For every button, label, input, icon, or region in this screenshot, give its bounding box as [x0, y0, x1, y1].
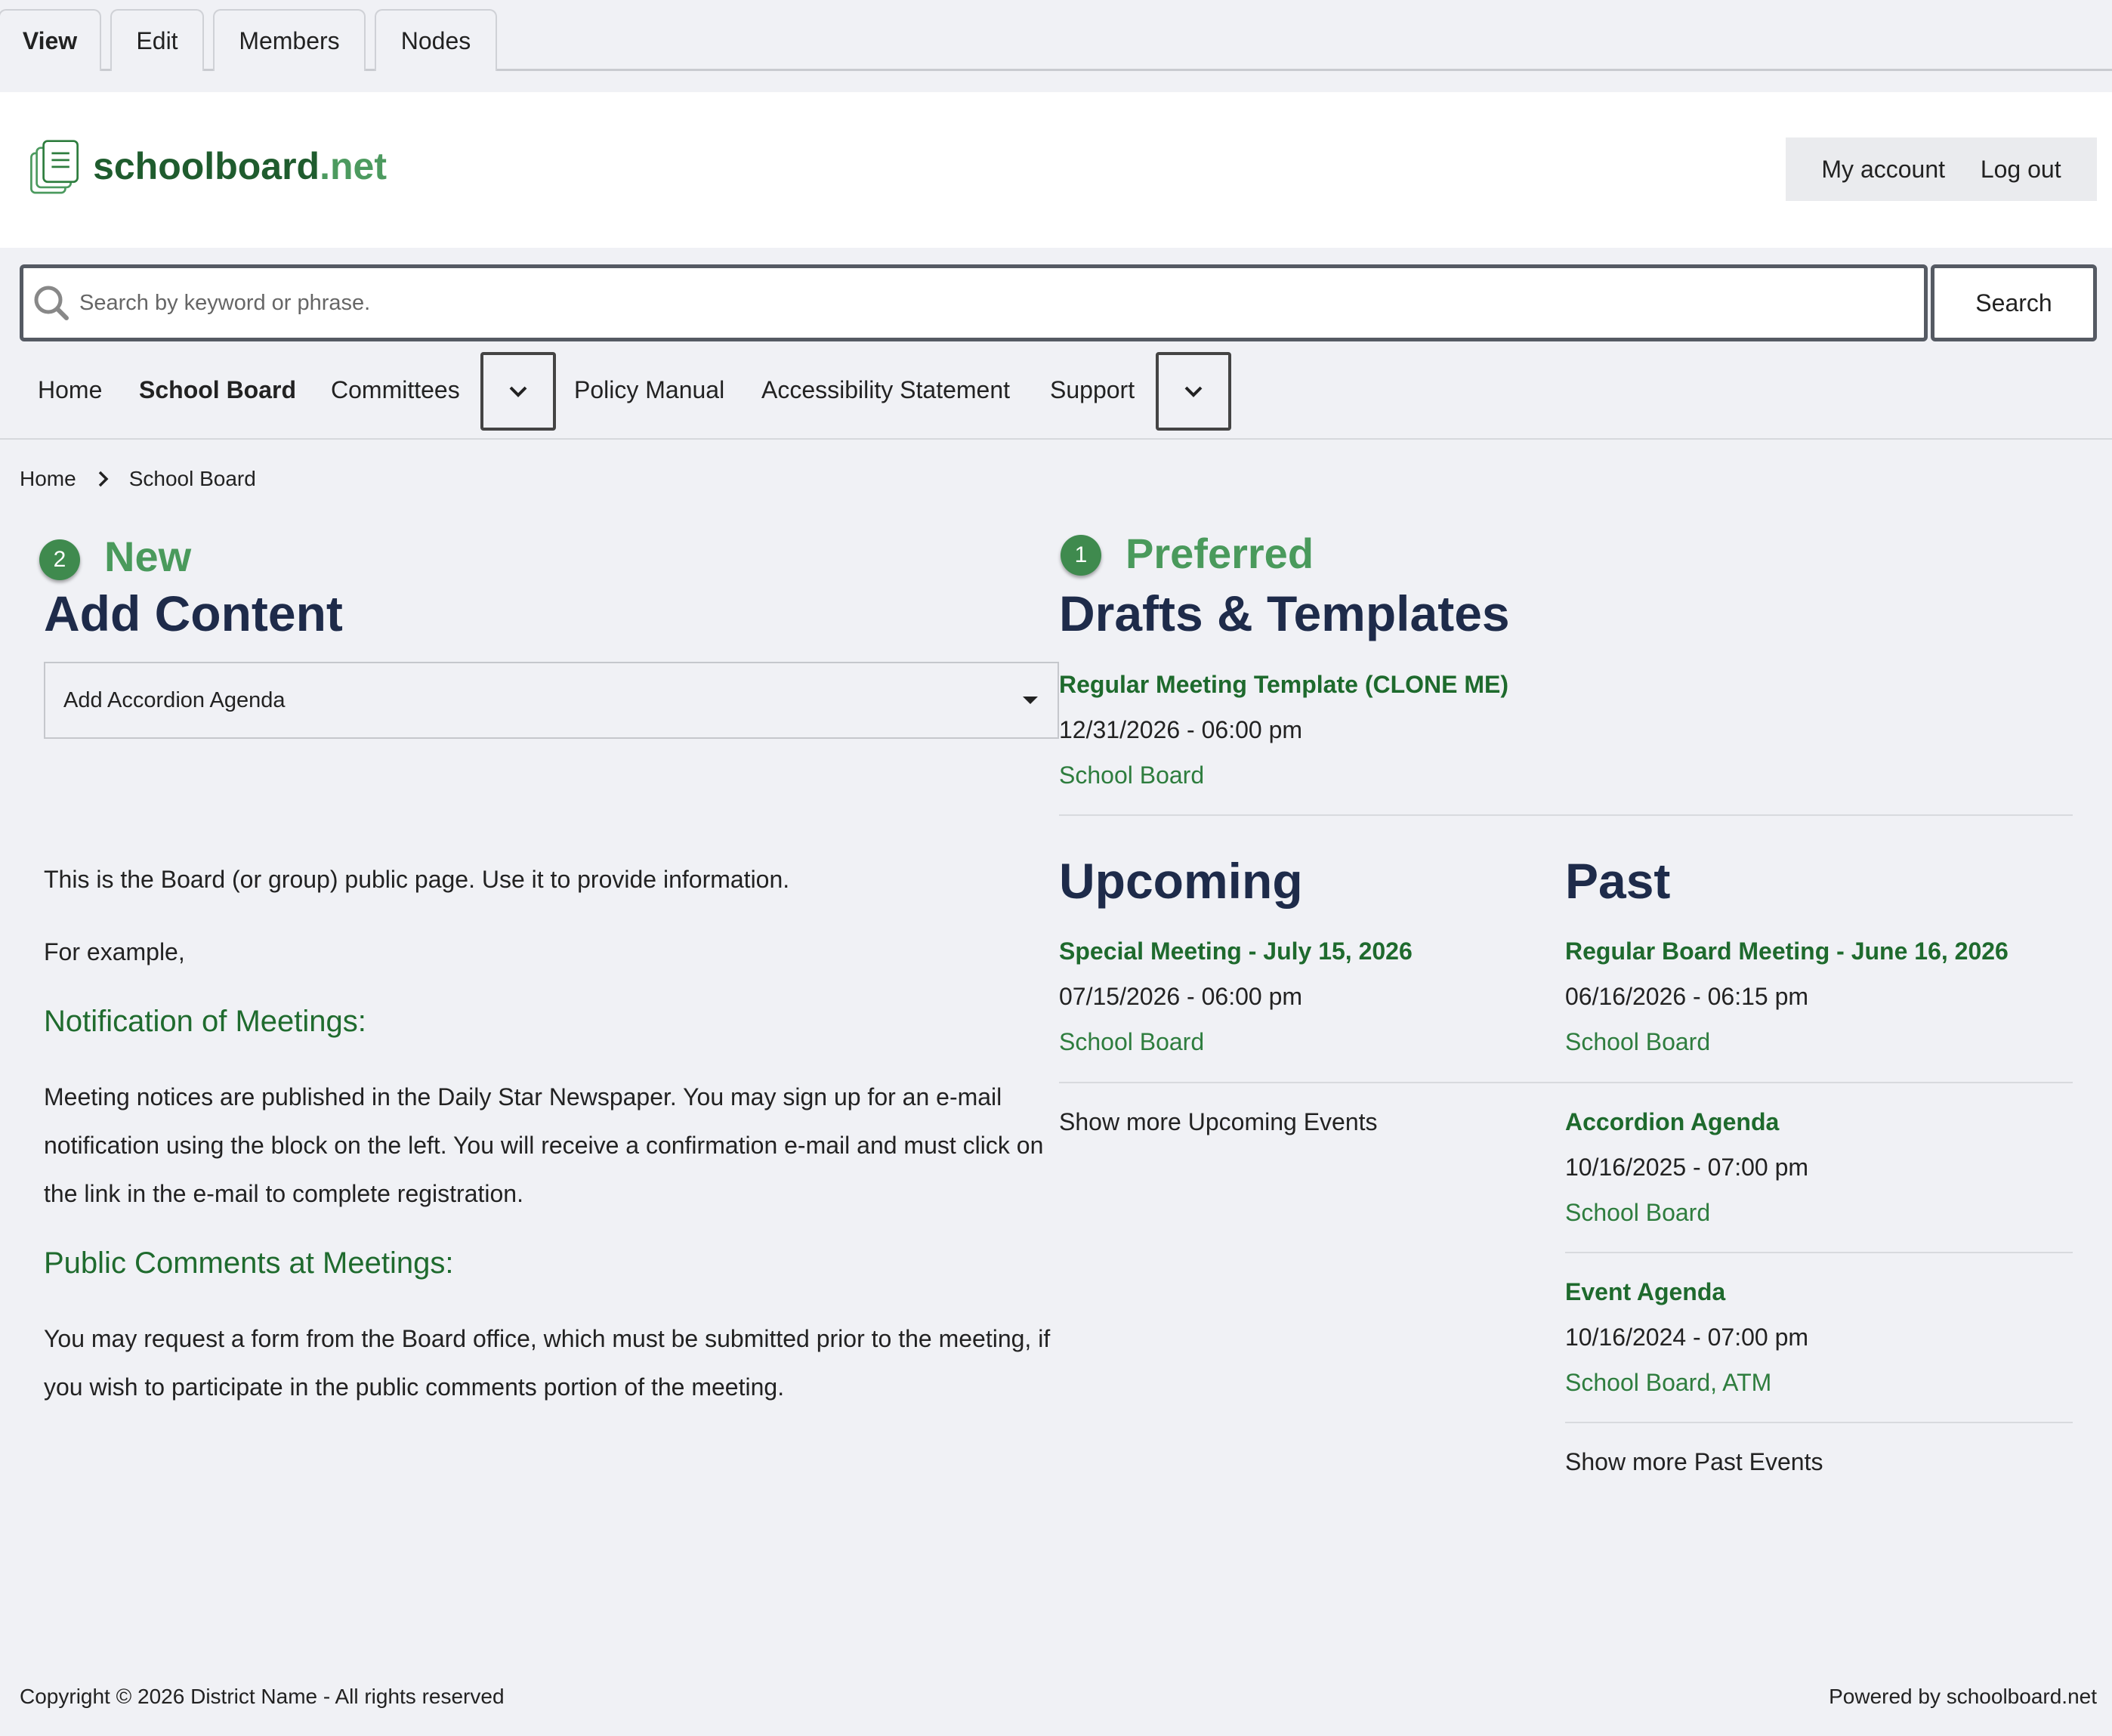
add-content-select[interactable]: Add Accordion Agenda	[44, 662, 1059, 739]
past-event-3-title-link[interactable]: Event Agenda	[1565, 1278, 1725, 1306]
past-divider	[1565, 1082, 2073, 1083]
chevron-down-icon	[1184, 386, 1203, 397]
upcoming-event-title-link[interactable]: Special Meeting - July 15, 2026	[1059, 938, 1413, 965]
search-button[interactable]: Search	[1931, 264, 2097, 341]
breadcrumb-current: School Board	[128, 467, 256, 490]
nav-item-home[interactable]: Home	[38, 351, 102, 429]
footer-powered-by[interactable]: Powered by schoolboard.net	[1829, 1685, 2097, 1709]
logout-link[interactable]: Log out	[1981, 156, 2061, 184]
notification-text: Meeting notices are published in the Dai…	[44, 1083, 1044, 1207]
public-comments-heading: Public Comments at Meetings:	[44, 1246, 454, 1280]
past-event-1-title-link[interactable]: Regular Board Meeting - June 16, 2026	[1565, 938, 2009, 965]
past-heading: Past	[1565, 853, 1671, 909]
past-event-1-date: 06/16/2026 - 06:15 pm	[1565, 983, 1809, 1010]
logo-documents-icon	[30, 140, 79, 194]
tab-edit[interactable]: Edit	[110, 9, 204, 71]
public-comments-text: You may request a form from the Board of…	[44, 1325, 1051, 1401]
template-category-link[interactable]: School Board	[1059, 761, 1204, 789]
notification-heading: Notification of Meetings:	[44, 1005, 366, 1038]
drafts-templates-heading: Drafts & Templates	[1059, 585, 1510, 641]
tab-members[interactable]: Members	[213, 9, 366, 71]
tab-view[interactable]: View	[0, 9, 101, 71]
tab-nodes[interactable]: Nodes	[375, 9, 497, 71]
past-event-1-category-link[interactable]: School Board	[1565, 1028, 1710, 1056]
account-menu: My account Log out	[1786, 137, 2097, 201]
nav-item-committees[interactable]: Committees	[331, 351, 460, 429]
past-event-3-categories: School Board, ATM	[1565, 1369, 1772, 1396]
support-submenu-toggle[interactable]	[1156, 352, 1231, 431]
caret-down-icon	[1023, 697, 1038, 704]
preferred-count-badge: 1	[1061, 535, 1101, 576]
admin-tabs: View Edit Members Nodes	[0, 0, 2112, 71]
past-event-2-title-link[interactable]: Accordion Agenda	[1565, 1108, 1779, 1136]
preferred-kicker: Preferred	[1125, 530, 1314, 577]
chevron-right-icon	[98, 471, 109, 487]
my-account-link[interactable]: My account	[1821, 156, 1945, 184]
intro-text: This is the Board (or group) public page…	[44, 866, 790, 893]
past-event-2-category-link[interactable]: School Board	[1565, 1199, 1710, 1227]
site-logo[interactable]: schoolboard.net	[27, 121, 387, 212]
logo-wordmark: schoolboard.net	[93, 144, 387, 188]
breadcrumb-home[interactable]: Home	[20, 467, 76, 491]
show-more-past-link[interactable]: Show more Past Events	[1565, 1448, 1823, 1476]
example-text: For example,	[44, 938, 185, 965]
logo-name: schoolboard	[93, 145, 320, 187]
breadcrumb: Home School Board	[20, 462, 256, 496]
search-input[interactable]	[79, 290, 1877, 316]
site-header: schoolboard.net My account Log out	[0, 92, 2112, 248]
past-event-3-category-link[interactable]: School Board	[1565, 1369, 1710, 1396]
add-content-select-value: Add Accordion Agenda	[63, 687, 286, 712]
upcoming-event-date: 07/15/2026 - 06:00 pm	[1059, 983, 1303, 1010]
footer-copyright: Copyright © 2026 District Name - All rig…	[20, 1685, 505, 1708]
nav-item-policy-manual[interactable]: Policy Manual	[574, 351, 724, 429]
add-content-heading: Add Content	[44, 585, 343, 641]
past-divider	[1565, 1252, 2073, 1253]
upcoming-event-category-link[interactable]: School Board	[1059, 1028, 1204, 1056]
nav-item-support[interactable]: Support	[1050, 351, 1135, 429]
past-event-3-date: 10/16/2024 - 07:00 pm	[1565, 1324, 1809, 1351]
new-count-badge: 2	[39, 539, 80, 580]
nav-item-accessibility[interactable]: Accessibility Statement	[761, 351, 1010, 429]
past-event-2-date: 10/16/2025 - 07:00 pm	[1565, 1154, 1809, 1181]
upcoming-divider	[1059, 1082, 1565, 1083]
nav-item-school-board[interactable]: School Board	[139, 351, 296, 429]
logo-tld: .net	[320, 145, 387, 187]
main-nav: Home School Board Committees Policy Manu…	[0, 351, 2112, 440]
past-event-3-category2-link[interactable]: ATM	[1722, 1369, 1771, 1396]
search-bar	[20, 264, 1928, 341]
upcoming-heading: Upcoming	[1059, 853, 1303, 909]
past-divider	[1565, 1422, 2073, 1423]
chevron-down-icon	[509, 386, 527, 397]
new-kicker: New	[104, 533, 192, 580]
template-title-link[interactable]: Regular Meeting Template (CLONE ME)	[1059, 671, 1508, 699]
section-divider	[1059, 814, 2073, 816]
committees-submenu-toggle[interactable]	[480, 352, 556, 431]
show-more-upcoming-link[interactable]: Show more Upcoming Events	[1059, 1108, 1378, 1136]
search-icon	[34, 286, 69, 320]
template-date: 12/31/2026 - 06:00 pm	[1059, 716, 1303, 743]
